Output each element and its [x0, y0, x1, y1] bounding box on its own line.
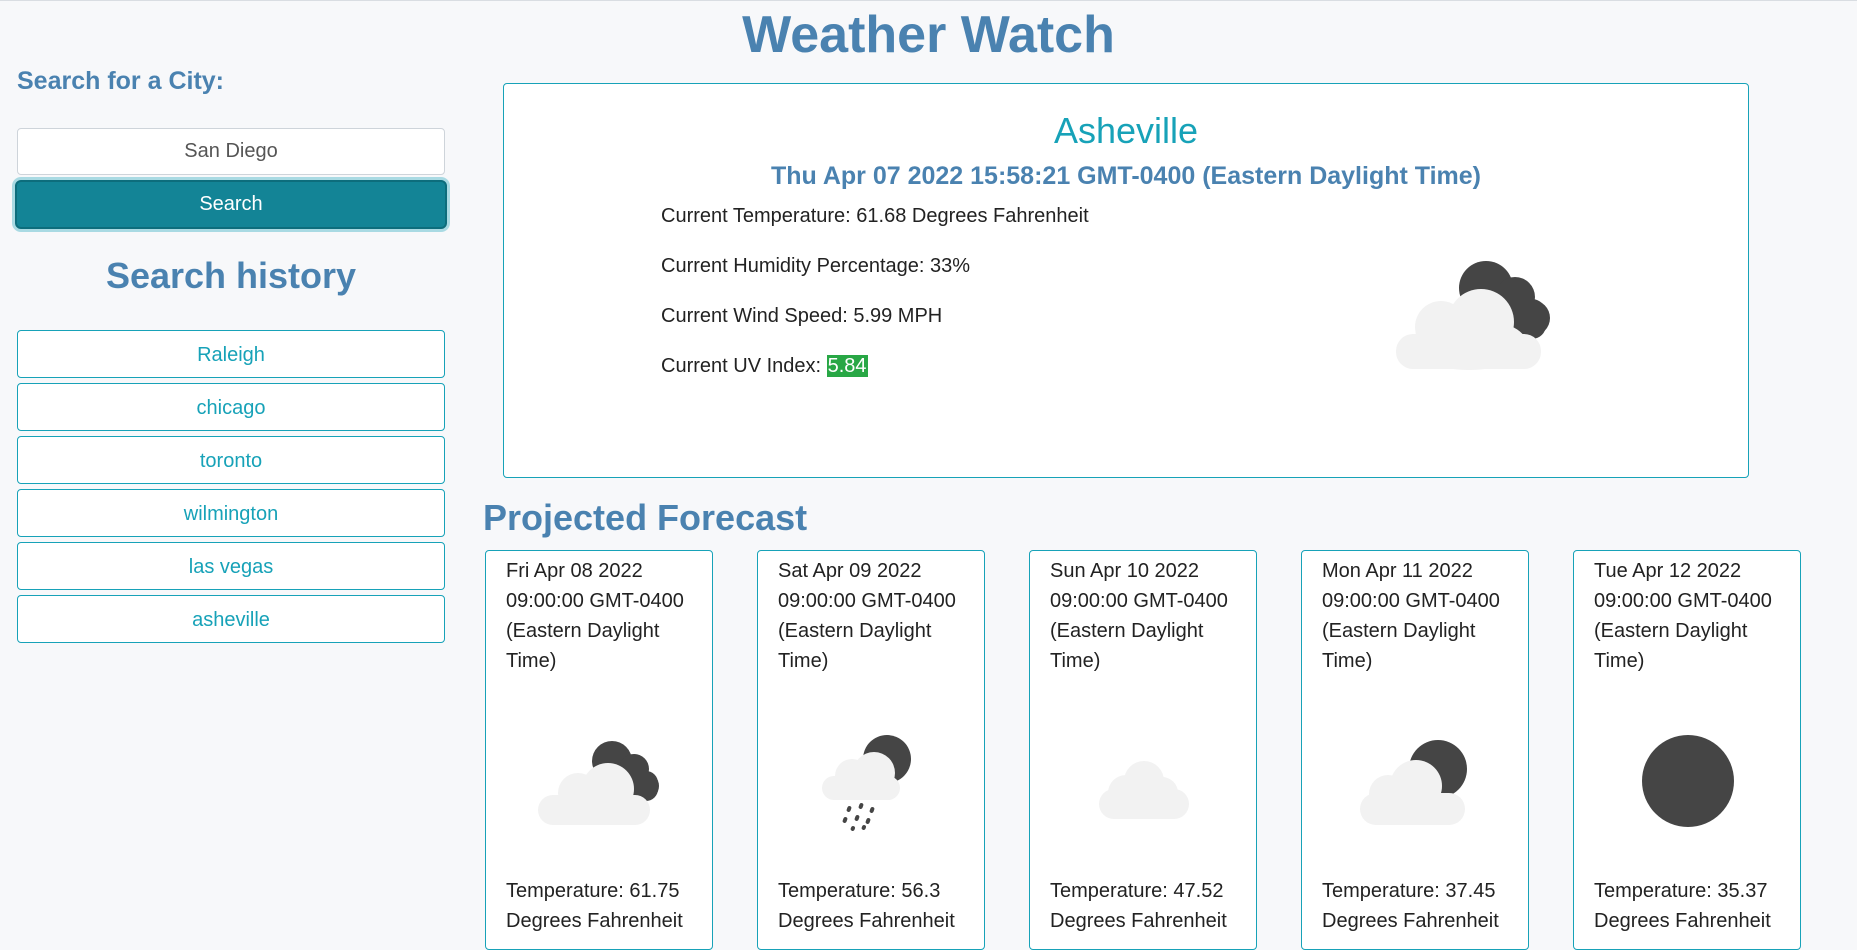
history-item-chicago[interactable]: chicago	[17, 383, 445, 431]
search-label: Search for a City:	[17, 67, 225, 95]
city-name: Asheville	[1053, 110, 1199, 151]
forecast-card: Mon Apr 11 2022 09:00:00 GMT-0400 (Easte…	[1301, 550, 1529, 950]
history-item-toronto[interactable]: toronto	[17, 436, 445, 484]
cloudy-night-icon	[486, 731, 714, 836]
forecast-card: Sat Apr 09 2022 09:00:00 GMT-0400 (Easte…	[757, 550, 985, 950]
search-input[interactable]	[17, 128, 445, 175]
uv-label: Current UV Index:	[661, 355, 827, 377]
forecast-temperature: Temperature: 61.75 Degrees Fahrenheit	[506, 880, 683, 932]
forecast-date: Sat Apr 09 2022 09:00:00 GMT-0400 (Easte…	[778, 560, 956, 672]
history-item-las-vegas[interactable]: las vegas	[17, 542, 445, 590]
current-date: Thu Apr 07 2022 15:58:21 GMT-0400 (Easte…	[771, 162, 1481, 190]
search-history-list: Raleigh chicago toronto wilmington las v…	[17, 330, 445, 648]
cloudy-night-icon	[1374, 254, 1564, 379]
clear-night-icon	[1574, 731, 1802, 836]
current-temperature: Current Temperature: 61.68 Degrees Fahre…	[661, 205, 1089, 227]
history-item-raleigh[interactable]: Raleigh	[17, 330, 445, 378]
search-button[interactable]: Search	[15, 180, 447, 229]
current-wind-speed: Current Wind Speed: 5.99 MPH	[661, 305, 943, 327]
forecast-temperature: Temperature: 56.3 Degrees Fahrenheit	[778, 880, 955, 932]
history-item-wilmington[interactable]: wilmington	[17, 489, 445, 537]
current-humidity: Current Humidity Percentage: 33%	[661, 255, 971, 277]
forecast-date: Sun Apr 10 2022 09:00:00 GMT-0400 (Easte…	[1050, 560, 1228, 672]
search-history-title: Search history	[105, 255, 357, 296]
forecast-date: Tue Apr 12 2022 09:00:00 GMT-0400 (Easte…	[1594, 560, 1772, 672]
partly-cloudy-night-icon	[1302, 731, 1530, 836]
current-uv-index: Current UV Index: 5.84	[661, 355, 868, 378]
forecast-card: Sun Apr 10 2022 09:00:00 GMT-0400 (Easte…	[1029, 550, 1257, 950]
history-item-asheville[interactable]: asheville	[17, 595, 445, 643]
app-title: Weather Watch	[742, 6, 1115, 64]
forecast-title: Projected Forecast	[483, 497, 808, 538]
forecast-date: Mon Apr 11 2022 09:00:00 GMT-0400 (Easte…	[1322, 560, 1500, 672]
forecast-card: Tue Apr 12 2022 09:00:00 GMT-0400 (Easte…	[1573, 550, 1801, 950]
uv-value-badge: 5.84	[826, 355, 868, 377]
forecast-card: Fri Apr 08 2022 09:00:00 GMT-0400 (Easte…	[485, 550, 713, 950]
cloud-icon	[1030, 731, 1258, 836]
current-weather-card: Asheville Thu Apr 07 2022 15:58:21 GMT-0…	[503, 83, 1749, 478]
rain-night-icon	[758, 731, 986, 836]
forecast-date: Fri Apr 08 2022 09:00:00 GMT-0400 (Easte…	[506, 560, 684, 672]
forecast-temperature: Temperature: 35.37 Degrees Fahrenheit	[1594, 880, 1771, 932]
forecast-temperature: Temperature: 47.52 Degrees Fahrenheit	[1050, 880, 1227, 932]
forecast-temperature: Temperature: 37.45 Degrees Fahrenheit	[1322, 880, 1499, 932]
